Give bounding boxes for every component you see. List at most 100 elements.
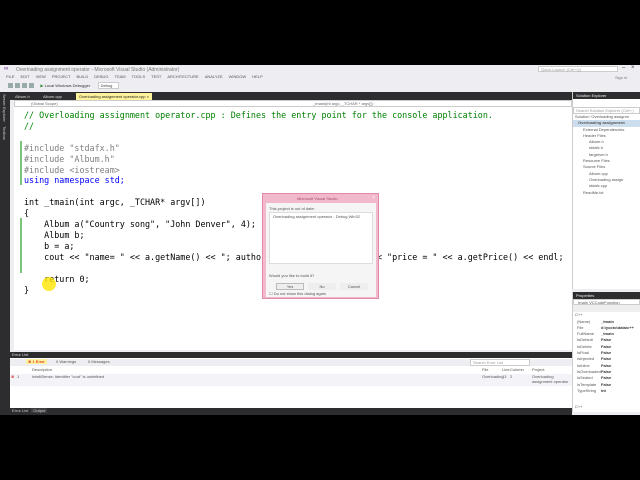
property-name: IsOverloaded bbox=[577, 368, 601, 374]
start-debugger-button[interactable]: ▶ Local Windows Debugger bbox=[40, 83, 90, 88]
document-tabs: Album.h Album.cpp Overloading assignment… bbox=[10, 92, 572, 100]
left-tool-strip: Server Explorer Toolbox bbox=[0, 92, 10, 415]
solution-explorer-title: Solution Explorer bbox=[573, 92, 640, 99]
property-name: FullName bbox=[577, 331, 595, 337]
menu-bar: FILE EDIT VIEW PROJECT BUILD DEBUG TEAM TOOLS TE… bbox=[0, 74, 400, 81]
property-name: IsInjected bbox=[577, 356, 595, 362]
navigation-bar: (Global Scope) _tmain(int argc, _TCHAR *… bbox=[14, 100, 572, 107]
error-list-title: Error List bbox=[12, 352, 29, 357]
close-tab-icon[interactable]: × bbox=[147, 94, 149, 99]
project-item: Overloading assignment operator - Debug … bbox=[273, 214, 360, 219]
yes-button[interactable]: Yes bbox=[276, 283, 304, 290]
menu-team[interactable]: TEAM bbox=[115, 74, 126, 79]
quick-launch-input[interactable]: Quick Launch (Ctrl+Q) bbox=[538, 66, 618, 72]
error-list-bottom-tab[interactable]: Error List bbox=[10, 408, 30, 413]
menu-project[interactable]: PROJECT bbox=[52, 74, 71, 79]
property-value: False bbox=[601, 343, 612, 349]
property-value: _tmain bbox=[601, 318, 614, 324]
col-description[interactable]: Description bbox=[32, 367, 52, 372]
output-bottom-tab[interactable]: Output bbox=[31, 408, 48, 413]
col-project[interactable]: Project bbox=[532, 367, 544, 372]
minimize-button[interactable]: – bbox=[622, 65, 625, 71]
configuration-select[interactable]: Debug bbox=[97, 82, 120, 89]
menu-build[interactable]: BUILD bbox=[76, 74, 88, 79]
properties-panel: Properties _tmain VCCodeFunction C++ (Na… bbox=[572, 292, 640, 412]
mouse-cursor-highlight bbox=[42, 277, 56, 291]
properties-description: C++ bbox=[575, 403, 583, 409]
function-dropdown[interactable]: _tmain(int argc, _TCHAR * argv[]) bbox=[313, 101, 373, 106]
menu-tools[interactable]: TOOLS bbox=[132, 74, 146, 79]
property-name: IsTemplate bbox=[577, 381, 597, 387]
menu-window[interactable]: WINDOW bbox=[229, 74, 247, 79]
warnings-filter[interactable]: 0 Warnings bbox=[56, 359, 76, 364]
error-list-panel: Error List ⊗ 1 Error 0 Warnings 0 Messag… bbox=[10, 352, 572, 412]
solution-search-input[interactable]: Search Solution Explorer (Ctrl+;) bbox=[573, 107, 640, 114]
sign-in-link[interactable]: Sign in bbox=[615, 75, 627, 80]
dialog-close-button[interactable]: × bbox=[372, 195, 375, 201]
tree-item[interactable]: ReadMe.txt bbox=[573, 190, 640, 196]
save-icon[interactable] bbox=[22, 83, 27, 88]
no-button[interactable]: No bbox=[308, 283, 336, 290]
build-prompt-dialog: Microsoft Visual Studio × This project i… bbox=[262, 193, 379, 299]
menu-analyze[interactable]: ANALYZE bbox=[205, 74, 223, 79]
server-explorer-tab[interactable]: Server Explorer bbox=[2, 94, 7, 122]
property-name: (Name) bbox=[577, 318, 591, 324]
new-project-icon[interactable] bbox=[15, 83, 20, 88]
property-value: False bbox=[601, 362, 612, 368]
title-bar: ∞ Overloading assignment operator - Micr… bbox=[0, 65, 640, 74]
dialog-title: Microsoft Visual Studio bbox=[297, 196, 338, 201]
property-value: False bbox=[601, 381, 612, 387]
change-marker bbox=[20, 218, 22, 273]
menu-file[interactable]: FILE bbox=[6, 74, 14, 79]
undo-icon[interactable] bbox=[29, 83, 34, 88]
property-value: _tmain bbox=[601, 331, 614, 337]
dialog-question: Would you like to build it? bbox=[269, 273, 315, 278]
vs-logo-icon: ∞ bbox=[4, 66, 9, 72]
tab-album-h[interactable]: Album.h bbox=[12, 93, 33, 100]
property-value: False bbox=[601, 375, 612, 381]
property-value: d:\yocto\data\c++ bbox=[601, 324, 634, 330]
menu-debug[interactable]: DEBUG bbox=[94, 74, 108, 79]
menu-test[interactable]: TEST bbox=[151, 74, 161, 79]
property-name: IsFinal bbox=[577, 350, 589, 356]
visual-studio-window: ∞ Overloading assignment operator - Micr… bbox=[0, 65, 640, 415]
menu-edit[interactable]: EDIT bbox=[20, 74, 29, 79]
dont-show-checkbox[interactable]: ☐ Do not show this dialog again bbox=[269, 291, 326, 297]
error-row[interactable]: ⊗ 1 IntelliSense: identifier "cout" is u… bbox=[10, 374, 572, 386]
property-name: File bbox=[577, 324, 584, 330]
col-column[interactable]: Column bbox=[510, 367, 524, 372]
tab-overloading-cpp[interactable]: Overloading assignment operator.cpp × bbox=[76, 93, 152, 100]
menu-help[interactable]: HELP bbox=[252, 74, 262, 79]
property-name: IsDefault bbox=[577, 337, 593, 343]
menu-view[interactable]: VIEW bbox=[36, 74, 46, 79]
back-icon[interactable] bbox=[8, 83, 13, 88]
property-name: IsDelete bbox=[577, 343, 592, 349]
error-icon: ⊗ bbox=[11, 374, 15, 379]
window-title: Overloading assignment operator - Micros… bbox=[16, 67, 180, 73]
cancel-button[interactable]: Cancel bbox=[340, 283, 368, 290]
project-list: Overloading assignment operator - Debug … bbox=[269, 212, 373, 264]
messages-filter[interactable]: 0 Messages bbox=[88, 359, 110, 364]
properties-toolbar bbox=[573, 305, 640, 313]
change-marker bbox=[20, 141, 22, 185]
property-value: False bbox=[601, 337, 612, 343]
property-row[interactable]: TypeString int bbox=[573, 388, 640, 394]
close-button[interactable]: × bbox=[631, 65, 635, 71]
scope-dropdown[interactable]: (Global Scope) bbox=[31, 101, 58, 106]
error-search-input[interactable]: Search Error List bbox=[470, 359, 530, 366]
solution-explorer-panel: Solution Explorer Search Solution Explor… bbox=[572, 92, 640, 289]
errors-filter[interactable]: ⊗ 1 Error bbox=[26, 359, 47, 364]
properties-title: Properties bbox=[573, 292, 640, 299]
property-value: False bbox=[601, 350, 612, 356]
toolbar: ▶ Local Windows Debugger Debug bbox=[0, 81, 640, 91]
property-value: False bbox=[601, 356, 612, 362]
col-line[interactable]: Line bbox=[502, 367, 510, 372]
property-name: IsInline bbox=[577, 362, 590, 368]
property-name: IsSealed bbox=[577, 375, 593, 381]
property-name: TypeString bbox=[577, 387, 597, 393]
property-value: False bbox=[601, 368, 612, 374]
toolbox-tab[interactable]: Toolbox bbox=[2, 126, 7, 140]
menu-architecture[interactable]: ARCHITECTURE bbox=[167, 74, 198, 79]
col-file[interactable]: File bbox=[482, 367, 488, 372]
tab-album-cpp[interactable]: Album.cpp bbox=[40, 93, 65, 100]
